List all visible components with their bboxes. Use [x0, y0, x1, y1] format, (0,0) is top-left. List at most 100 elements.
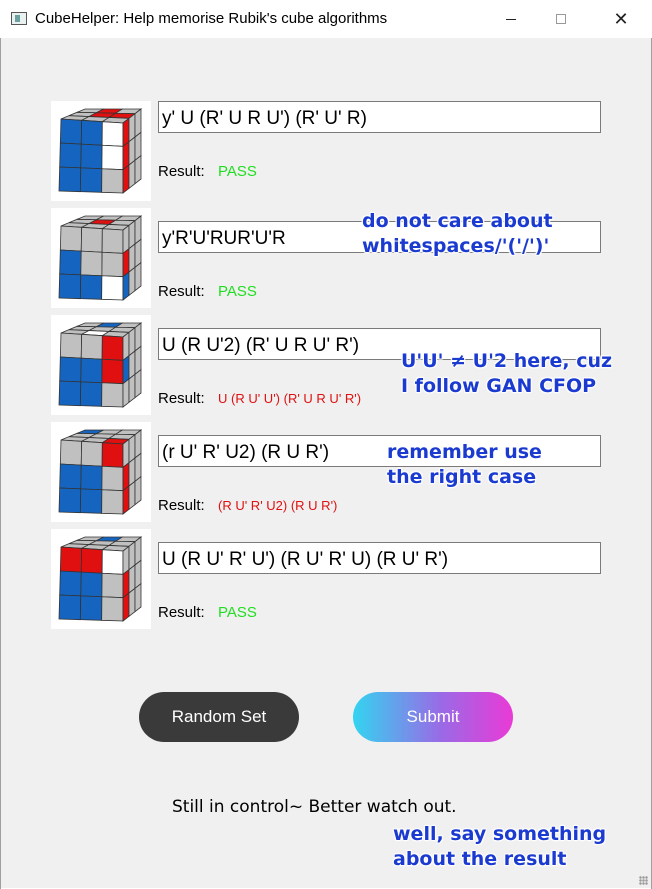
front-face-sticker	[101, 168, 124, 194]
resize-grip[interactable]	[639, 876, 648, 885]
cube-drawing	[58, 536, 143, 622]
annotation-case: remember use the right case	[387, 440, 542, 490]
front-face-sticker	[80, 143, 103, 170]
front-face-sticker	[59, 249, 82, 276]
front-face-sticker	[80, 440, 103, 467]
annotation-line: well, say something	[393, 823, 607, 845]
front-face-sticker	[79, 595, 103, 621]
maximize-button[interactable]	[538, 0, 584, 38]
front-face-sticker	[59, 463, 82, 490]
status-message: Still in control~ Better watch out.	[172, 797, 457, 817]
title-bar: CubeHelper: Help memorise Rubik's cube a…	[0, 0, 652, 38]
annotation-result: well, say something about the result	[393, 822, 606, 872]
right-face-sticker	[122, 592, 130, 622]
annotation-line: U'U' ≠ U'2 here, cuz	[401, 350, 613, 372]
cube-preview-3	[51, 315, 151, 415]
result-label-5: Result:	[158, 604, 205, 621]
right-face-sticker	[128, 266, 136, 297]
front-face-sticker	[59, 225, 83, 252]
front-face-sticker	[101, 358, 124, 385]
result-label-1: Result:	[158, 163, 205, 180]
front-face-sticker	[58, 273, 82, 300]
right-face-sticker	[134, 475, 142, 506]
cube-preview-5	[51, 529, 151, 629]
front-face-sticker	[80, 357, 103, 384]
result-value-4: (R U' R' U2) (R U R')	[218, 498, 338, 513]
maximize-icon	[556, 14, 566, 24]
right-face-sticker	[128, 159, 136, 190]
annotation-line: about the result	[393, 848, 567, 870]
front-face-sticker	[101, 251, 124, 278]
front-face-sticker	[58, 380, 82, 407]
right-face-sticker	[134, 154, 142, 185]
front-face-sticker	[59, 118, 83, 145]
random-set-button[interactable]: Random Set	[139, 692, 299, 742]
front-face-sticker	[80, 250, 103, 277]
front-face-sticker	[58, 487, 82, 514]
close-button[interactable]: ✕	[598, 0, 644, 38]
right-face-sticker	[128, 373, 136, 404]
front-face-sticker	[59, 332, 83, 359]
window-title: CubeHelper: Help memorise Rubik's cube a…	[35, 10, 388, 27]
front-face-sticker	[80, 119, 103, 146]
front-face-sticker	[101, 442, 124, 468]
front-face-sticker	[59, 439, 83, 466]
front-face-sticker	[80, 464, 103, 491]
result-value-3: U (R U' U') (R' U R U' R')	[218, 391, 362, 406]
front-face-sticker	[101, 335, 124, 361]
result-value-1: PASS	[218, 163, 257, 180]
annotation-line: whitespaces/'('/')'	[362, 235, 550, 257]
submit-button[interactable]: Submit	[353, 692, 513, 742]
front-face-sticker	[79, 488, 103, 514]
front-face-sticker	[101, 144, 124, 171]
cube-drawing	[58, 215, 143, 301]
right-face-sticker	[122, 164, 130, 194]
result-value-2: PASS	[218, 283, 257, 300]
cube-drawing	[58, 108, 143, 194]
right-face-sticker	[128, 480, 136, 511]
front-face-sticker	[101, 121, 124, 147]
front-face-sticker	[101, 382, 124, 408]
front-face-sticker	[79, 381, 103, 407]
front-face-sticker	[79, 167, 103, 193]
cube-preview-4	[51, 422, 151, 522]
algorithm-input-1[interactable]	[158, 101, 601, 133]
front-face-sticker	[80, 226, 103, 253]
annotation-line: do not care about	[362, 210, 553, 232]
front-face-sticker	[80, 547, 103, 574]
front-face-sticker	[101, 465, 124, 492]
front-face-sticker	[59, 356, 82, 383]
right-face-sticker	[134, 582, 142, 613]
result-label-3: Result:	[158, 390, 205, 407]
app-icon	[11, 12, 27, 25]
annotation-line: remember use	[387, 441, 542, 463]
right-face-sticker	[122, 378, 130, 408]
front-face-sticker	[101, 549, 124, 575]
close-icon: ✕	[613, 9, 629, 29]
minimize-button[interactable]	[488, 0, 534, 38]
front-face-sticker	[59, 142, 82, 169]
cube-preview-2	[51, 208, 151, 308]
front-face-sticker	[59, 546, 83, 573]
cube-drawing	[58, 322, 143, 408]
front-face-sticker	[101, 572, 124, 599]
result-label-4: Result:	[158, 497, 205, 514]
annotation-gan-cfop: U'U' ≠ U'2 here, cuz I follow GAN CFOP	[401, 349, 612, 399]
result-value-5: PASS	[218, 604, 257, 621]
annotation-line: I follow GAN CFOP	[401, 375, 597, 397]
right-face-sticker	[122, 485, 130, 515]
front-face-sticker	[101, 275, 124, 301]
annotation-whitespace: do not care about whitespaces/'('/')'	[362, 209, 553, 259]
front-face-sticker	[80, 571, 103, 598]
algorithm-input-5[interactable]	[158, 542, 601, 574]
front-face-sticker	[79, 274, 103, 300]
right-face-sticker	[134, 368, 142, 399]
front-face-sticker	[80, 333, 103, 360]
right-face-sticker	[134, 261, 142, 292]
front-face-sticker	[101, 228, 124, 254]
right-face-sticker	[122, 271, 130, 301]
front-face-sticker	[59, 570, 82, 597]
minimize-icon	[506, 18, 516, 20]
front-face-sticker	[101, 489, 124, 515]
cube-drawing	[58, 429, 143, 515]
